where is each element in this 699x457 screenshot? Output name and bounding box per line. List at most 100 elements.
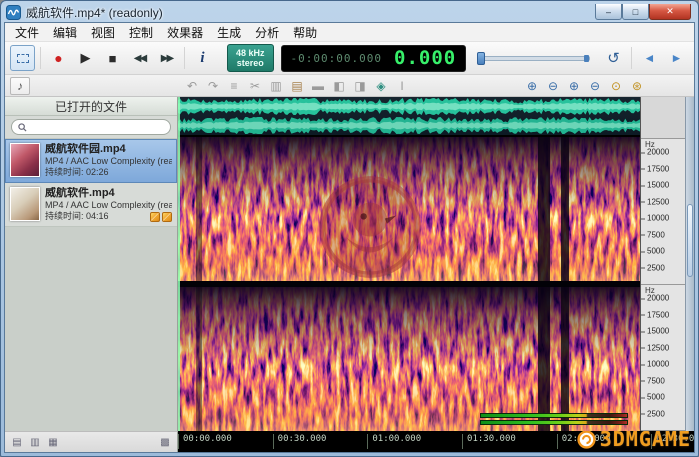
vertical-zoom-scrollbar[interactable]: [685, 97, 694, 431]
time-tick-label: 01:00.000: [367, 434, 421, 449]
file-item-1[interactable]: 威航软件园.mp4 MP4 / AAC Low Complexity (read…: [5, 139, 177, 183]
view-compact-button[interactable]: ▤: [9, 435, 25, 450]
level-meter: [480, 413, 628, 425]
music-note-icon: ♪: [17, 78, 23, 93]
navigate-forward-button[interactable]: ►: [664, 45, 689, 71]
readonly-badge-icon: [150, 211, 160, 222]
copy-button[interactable]: ▥: [266, 77, 286, 95]
rewind-icon: ◀◀: [133, 52, 147, 64]
view-grid-button[interactable]: ▦: [45, 435, 61, 450]
vertical-zoom-thumb[interactable]: [687, 203, 693, 278]
delete-button[interactable]: ▬: [308, 77, 328, 95]
crop-button[interactable]: ◨: [350, 77, 370, 95]
search-box[interactable]: [11, 119, 171, 135]
file-info: 威航软件.mp4 MP4 / AAC Low Complexity (reado…: [45, 187, 172, 222]
zoom-in-vertical-button[interactable]: ⊕: [564, 77, 584, 95]
selection-tool-button[interactable]: [10, 45, 35, 71]
zoom-out-button[interactable]: ⊖: [543, 77, 563, 95]
zoom-out-vertical-button[interactable]: ⊖: [585, 77, 605, 95]
file-list-empty-area: [5, 227, 177, 431]
seek-track[interactable]: [477, 56, 590, 61]
waveform-overview[interactable]: [178, 97, 640, 137]
record-icon: ●: [54, 50, 63, 66]
freq-tick-label: 20000: [641, 148, 669, 157]
bottom-bar: ▤ ▥ ▦ ▩ 00:00.000 00:30.000 01:00.000 01:30.0…: [5, 431, 694, 452]
menu-item[interactable]: 编辑: [46, 23, 84, 43]
menu-item[interactable]: 控制: [122, 23, 160, 43]
zoom-full-button[interactable]: ⊛: [627, 77, 647, 95]
zoom-in-button[interactable]: ⊕: [522, 77, 542, 95]
record-button[interactable]: ●: [46, 45, 71, 71]
freq-tick-label: 12500: [641, 343, 669, 352]
zoom-selection-button[interactable]: ⊙: [606, 77, 626, 95]
menu-item[interactable]: 视图: [84, 23, 122, 43]
menu-item[interactable]: 文件: [8, 23, 46, 43]
undo-button[interactable]: ↶: [182, 77, 202, 95]
seek-end-marker: [584, 55, 589, 62]
3dmgame-watermark: 3DMGAME: [577, 431, 691, 451]
fast-forward-icon: ▶▶: [160, 52, 174, 64]
stop-button[interactable]: ■: [100, 45, 125, 71]
seek-slider[interactable]: [477, 51, 590, 65]
titlebar[interactable]: 威航软件.mp4* (readonly) – □ ✕: [4, 1, 695, 22]
trim-button[interactable]: ◧: [329, 77, 349, 95]
sample-rate-display[interactable]: 48 kHz stereo: [227, 44, 274, 72]
play-button[interactable]: ▶: [73, 45, 98, 71]
freq-tick-label: 2500: [641, 409, 665, 418]
spectrogram-right-channel[interactable]: [178, 287, 640, 431]
time-tick-label: 00:30.000: [272, 434, 326, 449]
file-format: MP4 / AAC Low Complexity (reado...: [45, 200, 172, 210]
freq-tick-label: 15000: [641, 181, 669, 190]
time-main-display: 0.000: [394, 47, 457, 69]
seek-thumb[interactable]: [477, 52, 486, 65]
menu-item[interactable]: 生成: [210, 23, 248, 43]
info-button[interactable]: i: [190, 45, 215, 71]
cut-button[interactable]: ✂: [245, 77, 265, 95]
history-list-button[interactable]: ≡: [224, 77, 244, 95]
toolbar-separator: [184, 47, 185, 69]
file-item-2[interactable]: 威航软件.mp4 MP4 / AAC Low Complexity (reado…: [5, 183, 177, 227]
file-badges: [150, 211, 172, 222]
selection-rect-icon: [16, 53, 29, 63]
minimize-button[interactable]: –: [595, 4, 622, 20]
maximize-button[interactable]: □: [622, 4, 649, 20]
files-sidebar: 已打开的文件 威航软件园.mp4 MP4 / AAC Low Complexit…: [5, 97, 178, 431]
channel-mode-value: stereo: [236, 58, 264, 68]
forward-arrow-icon: ►: [670, 51, 683, 65]
silence-gap: [538, 287, 551, 431]
navigate-back-button[interactable]: ◄: [637, 45, 662, 71]
search-input[interactable]: [31, 121, 164, 133]
paste-button[interactable]: ▤: [287, 77, 307, 95]
time-tick-label: 00:00.000: [178, 434, 232, 449]
app-window: 威航软件.mp4* (readonly) – □ ✕ 文件 编辑 视图 控制 效果器 生成…: [0, 0, 699, 457]
select-tool-button[interactable]: I: [392, 77, 412, 95]
edit-toolbar: ♪ ↶ ↷ ≡ ✂ ▥ ▤ ▬ ◧ ◨ ◈ I ⊕ ⊖ ⊕ ⊖ ⊙ ⊛: [5, 75, 694, 97]
menu-item[interactable]: 帮助: [286, 23, 324, 43]
time-tick-label: 01:30.000: [462, 434, 516, 449]
view-list-button[interactable]: ▥: [27, 435, 43, 450]
history-button[interactable]: ↺: [601, 45, 626, 71]
playhead-cursor[interactable]: [178, 97, 180, 431]
menu-bar: 文件 编辑 视图 控制 效果器 生成 分析 帮助: [5, 23, 694, 42]
redo-button[interactable]: ↷: [203, 77, 223, 95]
marker-button[interactable]: ◈: [371, 77, 391, 95]
freq-tick-label: 7500: [641, 230, 665, 239]
menu-item[interactable]: 效果器: [160, 23, 210, 43]
rewind-button[interactable]: ◀◀: [127, 45, 152, 71]
silence-gap: [560, 137, 569, 281]
freq-tick-label: 10000: [641, 360, 669, 369]
time-offset-display: -0:00:00.000: [290, 51, 383, 65]
info-icon: i: [200, 49, 205, 66]
files-panel-tab-button[interactable]: ♪: [10, 76, 30, 95]
panel-toggle-button[interactable]: ▩: [157, 435, 173, 450]
frequency-ruler[interactable]: Hz 20000 17500 15000 12500 10000 7500 5000 2500…: [640, 97, 685, 431]
time-ruler[interactable]: 00:00.00000:30.00001:00.00001:30.00002:0…: [178, 431, 694, 452]
frequency-scale-left[interactable]: Hz 20000 17500 15000 12500 10000 7500 5000 2500: [641, 139, 685, 285]
close-button[interactable]: ✕: [649, 4, 691, 20]
frequency-scale-right[interactable]: Hz 20000 17500 15000 12500 10000 7500 5000 2500: [641, 285, 685, 431]
zoom-icons-group: ⊕ ⊖ ⊕ ⊖ ⊙ ⊛: [522, 77, 647, 95]
time-display: -0:00:00.000 0.000: [280, 44, 467, 72]
fast-forward-button[interactable]: ▶▶: [154, 45, 179, 71]
freq-tick-label: 20000: [641, 294, 669, 303]
menu-item[interactable]: 分析: [248, 23, 286, 43]
